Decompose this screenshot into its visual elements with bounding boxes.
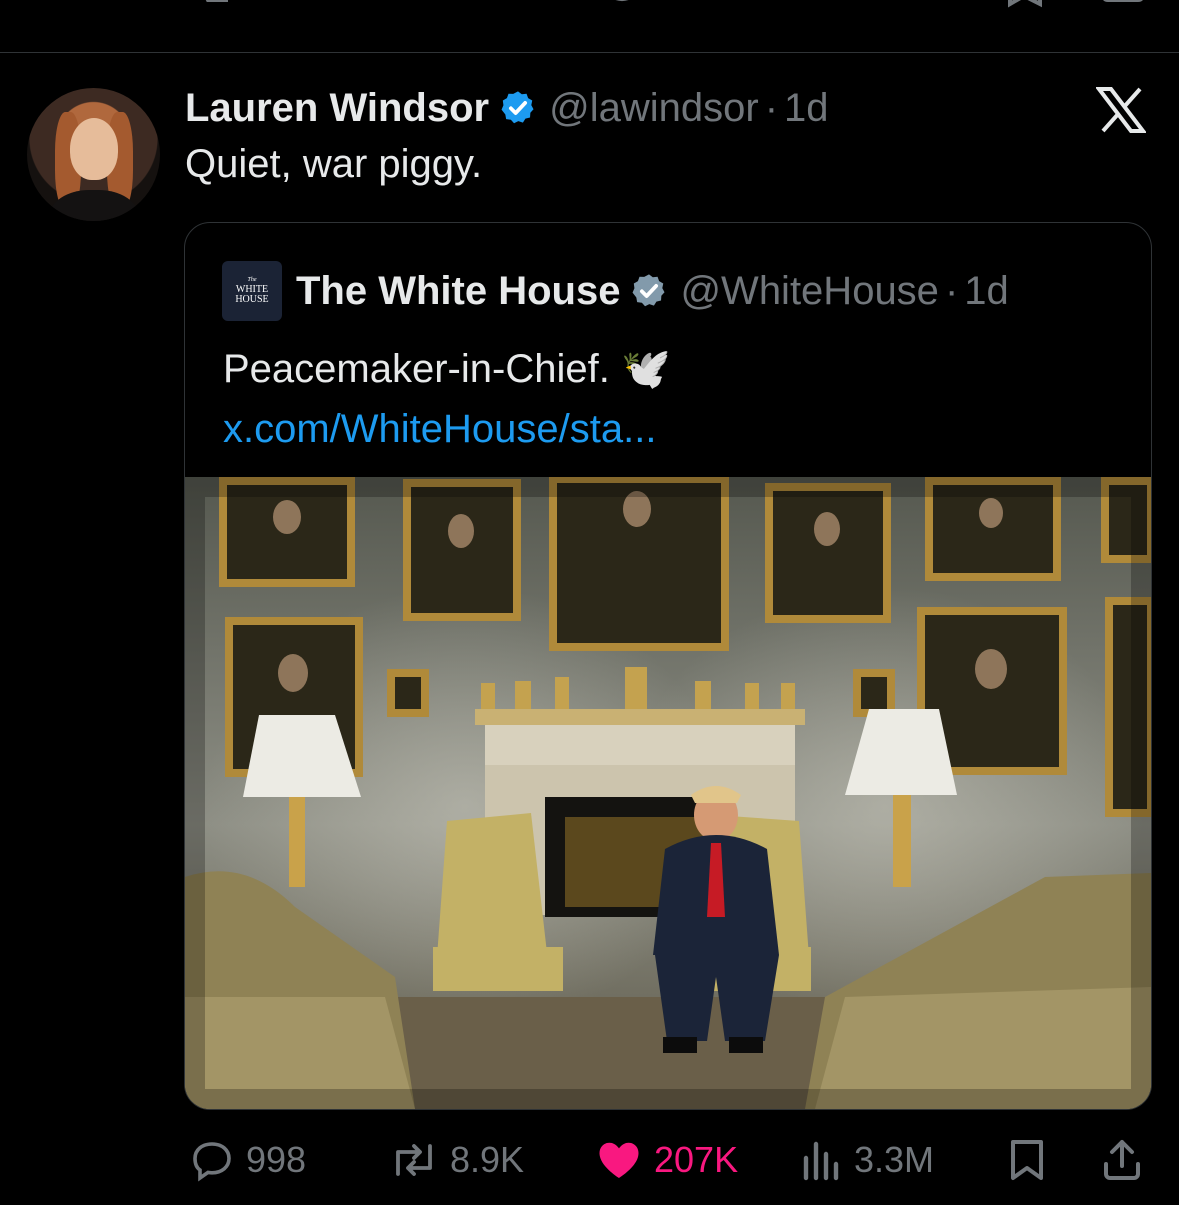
quoted-author-name[interactable]: The White House (296, 269, 620, 314)
tweet-header: Lauren Windsor @lawindsor · 1d (185, 84, 829, 132)
bookmark-icon (1011, 1140, 1043, 1180)
author-name[interactable]: Lauren Windsor (185, 86, 489, 131)
verified-badge-icon (501, 91, 534, 124)
repost-icon (396, 1144, 432, 1176)
views-icon[interactable] (806, 0, 846, 8)
bookmark-button[interactable] (1006, 1130, 1048, 1190)
quoted-tweet-link[interactable]: x.com/WhiteHouse/sta... (223, 407, 656, 451)
verified-badge-icon (632, 274, 665, 307)
share-button[interactable] (1098, 1130, 1146, 1190)
views-icon (803, 1141, 839, 1181)
logo-line-3: HOUSE (235, 294, 269, 305)
reply-icon (193, 1142, 231, 1182)
tweet-text: Quiet, war piggy. (185, 142, 483, 186)
x-logo-icon (1096, 87, 1146, 133)
views-button[interactable]: 3.3M (800, 1130, 934, 1190)
tweet-action-bar: 998 8.9K 207K 3.3M (0, 1130, 1179, 1190)
like-button[interactable]: 207K (594, 1130, 738, 1190)
bookmark-icon[interactable] (1006, 0, 1046, 10)
quoted-tweet-time[interactable]: 1d (964, 269, 1009, 314)
logo-line-1: The (247, 277, 257, 283)
tweet-time[interactable]: 1d (784, 86, 829, 131)
repost-count: 8.9K (450, 1139, 525, 1180)
like-icon (599, 1142, 639, 1178)
quoted-text-body: Peacemaker-in-Chief. (223, 347, 610, 391)
repost-icon[interactable] (398, 0, 438, 8)
author-handle[interactable]: @lawindsor (549, 86, 759, 131)
quoted-tweet-header: The WHITE HOUSE The White House @WhiteHo… (222, 261, 1009, 321)
separator-dot: · (764, 85, 779, 130)
avatar-face (70, 118, 118, 180)
reply-icon[interactable] (200, 0, 240, 8)
quoted-tweet-text: Peacemaker-in-Chief. 🕊️ x.com/WhiteHouse… (223, 339, 943, 459)
previous-tweet-action-bar (0, 0, 1179, 53)
repost-button[interactable]: 8.9K (388, 1130, 524, 1190)
dove-emoji: 🕊️ (620, 347, 671, 391)
quoted-tweet[interactable]: The WHITE HOUSE The White House @WhiteHo… (184, 222, 1152, 1110)
like-icon[interactable] (602, 0, 642, 8)
view-count: 3.3M (854, 1139, 935, 1180)
white-house-logo[interactable]: The WHITE HOUSE (222, 261, 282, 321)
share-icon (1104, 1140, 1140, 1180)
reply-count: 998 (246, 1139, 307, 1180)
reply-button[interactable]: 998 (188, 1130, 306, 1190)
separator-dot: · (944, 268, 959, 313)
quoted-author-handle[interactable]: @WhiteHouse (680, 269, 938, 314)
share-icon[interactable] (1100, 0, 1146, 8)
quoted-tweet-photo[interactable] (185, 477, 1151, 1109)
author-avatar[interactable] (27, 88, 160, 221)
like-count: 207K (654, 1139, 739, 1180)
